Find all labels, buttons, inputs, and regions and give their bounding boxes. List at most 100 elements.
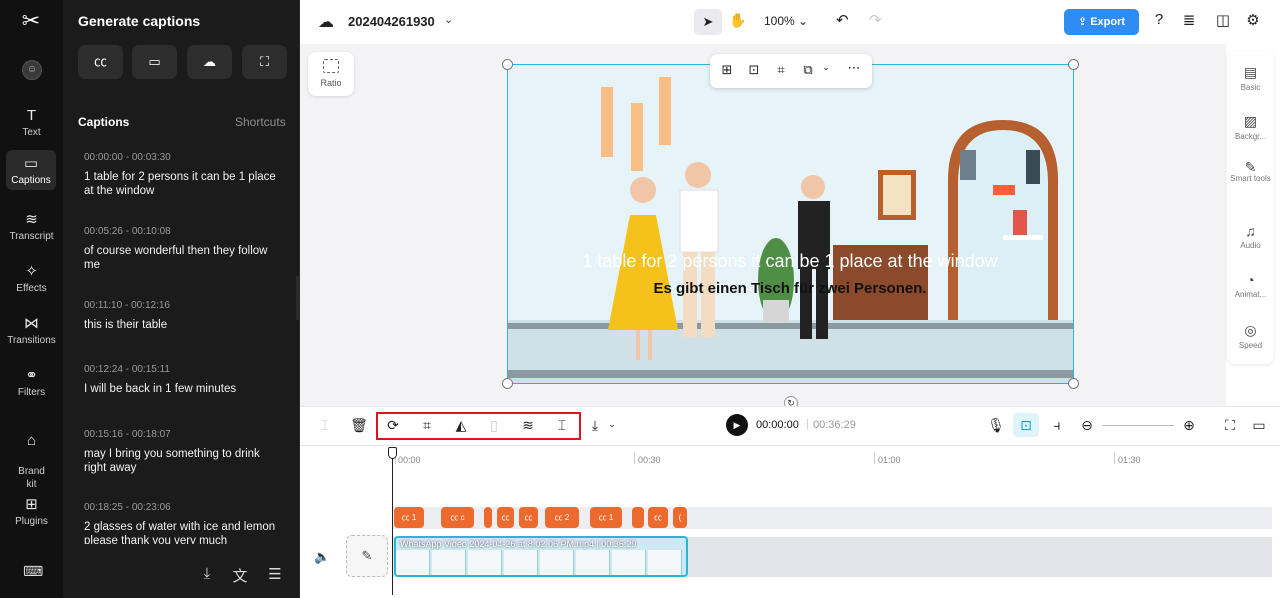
rail-item-transcript[interactable]: ≋ Transcript bbox=[0, 212, 63, 243]
cover-edit-button[interactable]: ✎ bbox=[346, 535, 388, 577]
resize-handle[interactable] bbox=[1068, 378, 1079, 389]
rail-item-transitions[interactable]: ⋈ Transitions bbox=[0, 316, 63, 347]
panel-item-basic[interactable]: ▤ Basic bbox=[1227, 64, 1274, 92]
rail-item-captions[interactable]: ▭ Captions bbox=[6, 150, 56, 190]
more-options-icon[interactable]: ⋯ bbox=[845, 60, 863, 76]
caption-text[interactable]: of course wonderful then they follow me bbox=[84, 244, 284, 272]
microphone-icon[interactable]: 🎙 bbox=[987, 417, 1005, 434]
keyboard-icon[interactable]: ⌨ bbox=[23, 563, 43, 580]
caption-clip[interactable]: ㏄ 1 bbox=[394, 507, 424, 528]
comment-icon[interactable]: ▭ bbox=[1250, 417, 1268, 434]
crop-icon[interactable]: ⌗ bbox=[772, 62, 790, 78]
subtitle-line-1[interactable]: 1 table for 2 persons it can be 1 place … bbox=[520, 251, 1060, 271]
avatar[interactable]: ☺ bbox=[22, 60, 42, 80]
upload-icon: ⇪ bbox=[1077, 16, 1088, 28]
caption-clip[interactable]: ㏄ 2 bbox=[545, 507, 579, 528]
auto-captions-button[interactable]: ㏄ bbox=[78, 45, 123, 79]
project-title[interactable]: 202404261930 bbox=[348, 14, 435, 29]
playhead[interactable] bbox=[392, 450, 393, 595]
split-view-icon[interactable]: ⫞ bbox=[1048, 417, 1066, 434]
panel-item-audio[interactable]: ♫ Audio bbox=[1227, 223, 1274, 250]
redo-icon[interactable]: ↷ bbox=[869, 11, 882, 29]
caption-clip[interactable]: ㏄ bbox=[648, 507, 668, 528]
caption-clip[interactable]: ( bbox=[673, 507, 687, 528]
plugins-icon: ⊞ bbox=[25, 496, 38, 513]
caption-text[interactable]: 2 glasses of water with ice and lemon pl… bbox=[84, 520, 284, 544]
caption-text[interactable]: 1 table for 2 persons it can be 1 place … bbox=[84, 170, 284, 198]
cloud-sync-icon[interactable]: ☁ bbox=[318, 12, 334, 32]
play-button[interactable]: ▶ bbox=[726, 414, 748, 436]
help-icon[interactable]: ? bbox=[1150, 11, 1168, 28]
download-icon[interactable]: ⤓ bbox=[586, 417, 604, 434]
ruler-label: 01:30 bbox=[1118, 455, 1141, 465]
caption-clip[interactable] bbox=[632, 507, 644, 528]
chevron-down-icon[interactable]: ⌄ bbox=[817, 62, 835, 73]
rail-item-label: Effects bbox=[16, 283, 47, 294]
rail-item-text[interactable]: T Text bbox=[0, 108, 63, 139]
export-button[interactable]: ⇪ Export bbox=[1064, 9, 1139, 35]
layout-icon[interactable]: ◫ bbox=[1214, 11, 1232, 29]
current-time: 00:00:00 bbox=[756, 419, 799, 431]
rail-item-plugins[interactable]: ⊞ Plugins bbox=[0, 496, 63, 528]
caption-time: 00:18:25 - 00:23:06 bbox=[84, 502, 171, 513]
rail-item-brand-kit[interactable]: ⌂ Brand kit bbox=[0, 420, 63, 491]
stack-icon[interactable]: ≣ bbox=[1180, 11, 1198, 29]
robot-icon[interactable]: ⊡ bbox=[1017, 417, 1035, 434]
caption-clip[interactable]: ㏄ c bbox=[441, 507, 474, 528]
shortcuts-link[interactable]: Shortcuts bbox=[235, 115, 286, 129]
undo-icon[interactable]: ↶ bbox=[836, 11, 849, 29]
resize-handle[interactable] bbox=[502, 378, 513, 389]
settings-gear-icon[interactable]: ⚙ bbox=[1244, 11, 1262, 29]
chevron-down-icon[interactable]: ⌄ bbox=[444, 13, 453, 26]
caption-item[interactable]: 00:11:10 - 00:12:16 this is their table bbox=[84, 300, 284, 332]
smart-crop-icon[interactable]: ⊡ bbox=[745, 62, 763, 78]
select-tool-button[interactable]: ➤ bbox=[694, 9, 722, 35]
rail-item-filters[interactable]: ⚭ Filters bbox=[0, 368, 63, 399]
resize-handle[interactable] bbox=[1068, 59, 1079, 70]
zoom-slider[interactable] bbox=[1102, 425, 1174, 426]
zoom-select[interactable]: 100% ⌄ bbox=[764, 14, 808, 28]
caption-text[interactable]: I will be back in 1 few minutes bbox=[84, 382, 284, 396]
caption-clip[interactable]: ㏄ bbox=[519, 507, 538, 528]
caption-item[interactable]: 00:12:24 - 00:15:11 I will be back in 1 … bbox=[84, 364, 284, 396]
caption-item[interactable]: 00:00:00 - 00:03:30 1 table for 2 person… bbox=[84, 152, 284, 198]
caption-clip[interactable]: ㏄ 1 bbox=[590, 507, 622, 528]
zoom-in-icon[interactable]: ⊕ bbox=[1180, 417, 1198, 434]
caption-clip[interactable] bbox=[484, 507, 492, 528]
export-label: Export bbox=[1090, 16, 1126, 28]
rail-item-effects[interactable]: ✧ Effects bbox=[0, 264, 63, 295]
fit-icon[interactable]: ⛶ bbox=[1221, 417, 1239, 434]
playhead-handle[interactable] bbox=[388, 447, 397, 459]
translate-icon[interactable]: 文 bbox=[230, 565, 250, 586]
split-icon[interactable]: ⌶ bbox=[316, 417, 334, 434]
search-replace-icon[interactable]: ☰ bbox=[265, 565, 285, 583]
video-preview[interactable] bbox=[507, 64, 1074, 384]
panel-item-smart-tools[interactable]: ✎ Smart tools bbox=[1227, 160, 1274, 184]
download-icon[interactable]: ⤓ bbox=[197, 565, 217, 582]
resize-handle[interactable] bbox=[502, 59, 513, 70]
ratio-button[interactable]: Ratio bbox=[308, 52, 354, 96]
subtitle-line-2[interactable]: Es gibt einen Tisch für zwei Personen. bbox=[520, 280, 1060, 297]
app-logo-icon[interactable]: ✂ bbox=[16, 8, 46, 36]
arrange-icon[interactable]: ⧉ bbox=[799, 62, 817, 78]
delete-icon[interactable]: 🗑 bbox=[350, 417, 368, 434]
caption-text[interactable]: may I bring you something to drink right… bbox=[84, 447, 284, 475]
panel-item-background[interactable]: ▨ Backgr... bbox=[1227, 113, 1274, 141]
audio-mute-icon[interactable]: 🔈 bbox=[314, 549, 330, 565]
caption-text[interactable]: this is their table bbox=[84, 318, 284, 332]
caption-item[interactable]: 00:15:16 - 00:18:07 may I bring you some… bbox=[84, 429, 284, 475]
caption-item[interactable]: 00:05:26 - 00:10:08 of course wonderful … bbox=[84, 226, 284, 272]
scan-captions-button[interactable]: ⛶ bbox=[242, 45, 287, 79]
manual-captions-button[interactable]: ▭ bbox=[132, 45, 177, 79]
replace-media-icon[interactable]: ⊞ bbox=[718, 62, 736, 78]
upload-captions-button[interactable]: ☁ bbox=[187, 45, 232, 79]
zoom-out-icon[interactable]: ⊖ bbox=[1078, 417, 1096, 434]
panel-item-speed[interactable]: ◎ Speed bbox=[1227, 322, 1274, 350]
clip-thumbnail bbox=[612, 550, 646, 575]
video-clip[interactable]: WhatsApp Video 2024-04-26 at 8.02.06 PM.… bbox=[394, 536, 688, 577]
chevron-down-icon[interactable]: ⌄ bbox=[603, 419, 621, 430]
panel-item-animation[interactable]: ◔ Animat... bbox=[1227, 272, 1274, 299]
hand-tool-icon[interactable]: ✋ bbox=[729, 12, 746, 29]
caption-item[interactable]: 00:18:25 - 00:23:06 2 glasses of water w… bbox=[84, 502, 284, 544]
caption-clip[interactable]: ㏄ bbox=[497, 507, 514, 528]
